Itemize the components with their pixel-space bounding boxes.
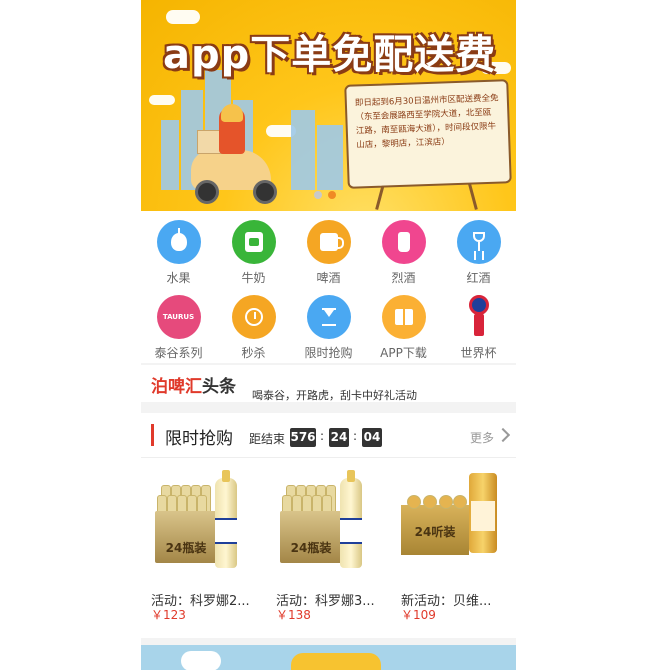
product-card[interactable]: 24听装 新活动：贝维... ￥109 [391, 463, 516, 633]
category-label: 啤酒 [316, 271, 341, 285]
product-image: 24听装 [401, 473, 501, 573]
category-label: 烈酒 [391, 271, 416, 285]
category-label: 水果 [166, 271, 191, 285]
news-headline[interactable]: 泊啤汇头条 喝泰谷，开路虎，刮卡中好礼活动 [141, 365, 516, 402]
section-accent-bar [151, 424, 154, 446]
crate-text: 24听装 [414, 525, 456, 539]
product-card[interactable]: 24瓶装 活动：科罗娜2... ￥123 [141, 463, 266, 633]
banner-graphic [291, 653, 381, 670]
category-world-cup[interactable]: 世界杯 [441, 295, 516, 360]
category-beer[interactable]: 啤酒 [291, 220, 366, 285]
beer-mug-icon [306, 220, 351, 264]
category-app-download[interactable]: APP下载 [366, 295, 441, 360]
countdown-minutes: 24 [329, 428, 349, 447]
product-card[interactable]: 24瓶装 活动：科罗娜3... ￥138 [266, 463, 391, 633]
countdown-seconds: 04 [362, 428, 382, 447]
scooter-wheel [195, 180, 219, 204]
secondary-banner[interactable] [141, 645, 516, 670]
product-price: ￥123 [151, 608, 186, 622]
app-page: app下单免配送费 即日起到6月30日温州市区配送费全免（东至会展路西至学院大道… [141, 0, 516, 670]
alarm-clock-icon [231, 295, 276, 339]
gift-icon [381, 295, 426, 339]
carousel-dots [314, 191, 336, 199]
flash-sale-section: 限时抢购 距结束 576 : 24 : 04 更多 24瓶装 活动：科罗娜2..… [141, 413, 516, 638]
product-price: ￥109 [401, 608, 436, 622]
category-liquor[interactable]: 烈酒 [366, 220, 441, 285]
category-label: 泰谷系列 [154, 346, 203, 360]
rider-helmet [221, 104, 243, 122]
promo-banner[interactable]: app下单免配送费 即日起到6月30日温州市区配送费全免（东至会展路西至学院大道… [141, 0, 516, 211]
countdown-hours: 576 [290, 428, 316, 447]
category-milk[interactable]: 牛奶 [216, 220, 291, 285]
notice-text: 即日起到6月30日温州市区配送费全免（东至会展路西至学院大道，北至瓯江路，南至瓯… [354, 93, 499, 151]
category-label: 秒杀 [241, 346, 266, 360]
countdown-label: 距结束 [249, 432, 286, 446]
product-image: 24瓶装 [151, 470, 251, 573]
countdown-separator: : [353, 429, 358, 443]
category-label: 限时抢购 [304, 346, 353, 360]
scooter-wheel [253, 180, 277, 204]
countdown-separator: : [320, 429, 325, 443]
world-cup-trophy-icon [466, 295, 492, 339]
banner-title: app下单免配送费 [163, 32, 497, 78]
city-skyline [291, 110, 315, 190]
crate-text: 24瓶装 [165, 541, 207, 555]
carousel-dot-active[interactable] [328, 191, 336, 199]
category-fruit[interactable]: 水果 [141, 220, 216, 285]
divider [141, 457, 516, 458]
category-grid: 水果 牛奶 啤酒 烈酒 红酒 TAURUS 泰谷系列 秒杀 限时抢购 APP下载… [141, 211, 516, 363]
crate-text: 24瓶装 [290, 541, 332, 555]
cloud-decoration [181, 651, 221, 670]
category-flash-kill[interactable]: 秒杀 [216, 295, 291, 360]
category-wine[interactable]: 红酒 [441, 220, 516, 285]
carousel-dot[interactable] [314, 191, 322, 199]
category-label: 红酒 [466, 271, 491, 285]
category-taurus[interactable]: TAURUS 泰谷系列 [141, 295, 216, 360]
headline-brand: 泊啤汇头条 [151, 377, 236, 397]
category-label: APP下载 [380, 346, 427, 360]
category-limited-sale[interactable]: 限时抢购 [291, 295, 366, 360]
city-skyline [317, 125, 343, 190]
more-link[interactable]: 更多 [470, 429, 494, 446]
wine-glass-icon [456, 220, 501, 264]
product-price: ￥138 [276, 608, 311, 622]
notice-board: 即日起到6月30日温州市区配送费全免（东至会展路西至学院大道，北至瓯江路，南至瓯… [344, 79, 512, 189]
flash-sale-title: 限时抢购 [165, 429, 233, 449]
apple-icon [156, 220, 201, 264]
chevron-right-icon[interactable] [495, 427, 511, 443]
hourglass-icon [306, 295, 351, 339]
cloud-decoration [149, 95, 175, 105]
taurus-logo-icon: TAURUS [156, 295, 201, 339]
category-label: 牛奶 [241, 271, 266, 285]
milk-icon [231, 220, 276, 264]
liquor-bottle-icon [381, 220, 426, 264]
headline-text[interactable]: 喝泰谷，开路虎，刮卡中好礼活动 [252, 387, 417, 403]
product-image: 24瓶装 [276, 470, 376, 573]
city-skyline [161, 120, 179, 190]
category-label: 世界杯 [460, 346, 497, 360]
